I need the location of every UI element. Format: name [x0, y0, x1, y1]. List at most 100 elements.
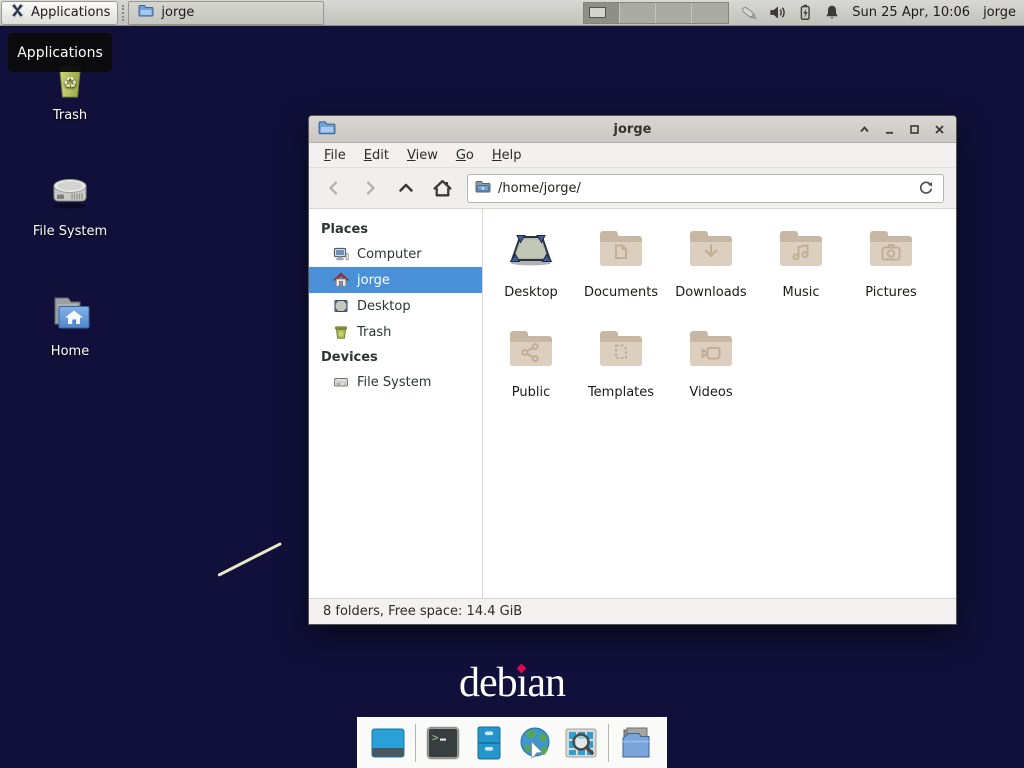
show-desktop-icon [369, 724, 407, 762]
menu-file[interactable]: File [315, 148, 355, 163]
panel-username: jorge [983, 5, 1016, 20]
file-list: Desktop Documents [483, 209, 956, 598]
workspace-button-2[interactable] [620, 3, 656, 23]
workspace-button-4[interactable] [692, 3, 728, 23]
tooltip-applications: Applications [8, 33, 112, 72]
desktop-icon-home[interactable]: Home [20, 290, 120, 359]
folder-item-label: Desktop [504, 285, 558, 300]
home-icon [333, 272, 349, 288]
applications-menu-label: Applications [31, 5, 110, 20]
folder-item-music[interactable]: Music [756, 219, 846, 319]
folder-item-downloads[interactable]: Downloads [666, 219, 756, 319]
folder-videos-icon [687, 327, 735, 375]
sidebar-header-devices: Devices [309, 345, 482, 369]
volume-icon[interactable] [768, 3, 787, 22]
folder-item-templates[interactable]: Templates [576, 319, 666, 419]
shade-button[interactable] [857, 122, 871, 136]
panel-clock[interactable]: Sun 25 Apr, 10:06 [852, 5, 970, 20]
drive-icon [333, 374, 349, 390]
folder-item-videos[interactable]: Videos [666, 319, 756, 419]
desktop-special-icon [507, 227, 555, 275]
sidebar-item-desktop[interactable]: Desktop [309, 293, 482, 319]
desktop-icon-label: Trash [53, 108, 87, 123]
sidebar-header-places: Places [309, 217, 482, 241]
file-manager-launcher[interactable] [470, 724, 508, 762]
trash-icon: ♻ [333, 324, 349, 340]
menu-go[interactable]: Go [447, 148, 483, 163]
maximize-button[interactable] [907, 122, 921, 136]
system-tray [739, 3, 841, 23]
back-button[interactable] [319, 173, 349, 203]
desktop-icon-label: File System [33, 224, 107, 239]
home-button[interactable] [427, 173, 457, 203]
menu-help[interactable]: Help [483, 148, 531, 163]
folder-item-label: Music [783, 285, 820, 300]
battery-charging-icon[interactable] [796, 3, 814, 22]
app-finder-launcher[interactable] [562, 724, 600, 762]
directory-menu-button[interactable] [617, 724, 655, 762]
debian-logo: debıan [0, 659, 1024, 707]
folder-item-documents[interactable]: Documents [576, 219, 666, 319]
up-button[interactable] [391, 173, 421, 203]
top-panel: Applications jorge [0, 0, 1024, 26]
svg-text:♻: ♻ [63, 73, 77, 92]
workspace-switcher [583, 2, 729, 24]
folder-public-icon [507, 327, 555, 375]
dock-separator [608, 724, 609, 762]
terminal-icon: > [424, 724, 462, 762]
folder-item-public[interactable]: Public [486, 319, 576, 419]
window-controls [857, 116, 946, 142]
directory-menu-icon [617, 724, 655, 762]
close-button[interactable] [932, 122, 946, 136]
location-path-text: /home/jorge/ [498, 181, 909, 196]
folder-icon [138, 4, 154, 21]
forward-button[interactable] [355, 173, 385, 203]
reload-button[interactable] [916, 178, 936, 198]
sidebar-item-label: Computer [357, 247, 422, 262]
task-button-jorge[interactable]: jorge [128, 1, 324, 25]
sidebar-item-computer[interactable]: Computer [309, 241, 482, 267]
folder-item-label: Downloads [675, 285, 746, 300]
task-button-label: jorge [161, 5, 194, 20]
menu-view[interactable]: View [398, 148, 447, 163]
sidebar-item-label: jorge [357, 273, 390, 288]
terminal-launcher[interactable]: > [424, 724, 462, 762]
minimize-button[interactable] [882, 122, 896, 136]
folder-item-pictures[interactable]: Pictures [846, 219, 936, 319]
folder-item-label: Public [512, 385, 550, 400]
folder-item-label: Templates [588, 385, 654, 400]
pen-tray-icon[interactable] [739, 3, 759, 23]
notifications-bell-icon[interactable] [823, 3, 841, 22]
sidebar-item-jorge[interactable]: jorge [309, 267, 482, 293]
dock-separator [415, 724, 416, 762]
window-folder-icon [318, 120, 336, 139]
file-manager-icon [470, 724, 508, 762]
menubar: File Edit View Go Help [309, 143, 956, 168]
sidebar-item-label: Desktop [357, 299, 411, 314]
menu-edit[interactable]: Edit [355, 148, 398, 163]
show-desktop-button[interactable] [369, 724, 407, 762]
sidebar-item-trash[interactable]: ♻ Trash [309, 319, 482, 345]
applications-menu-button[interactable]: Applications [1, 1, 118, 25]
web-browser-launcher[interactable] [516, 724, 554, 762]
workspace-button-3[interactable] [656, 3, 692, 23]
computer-icon [333, 246, 349, 262]
svg-text:♻: ♻ [338, 331, 343, 338]
web-browser-icon [516, 724, 554, 762]
sidebar-item-label: Trash [357, 325, 391, 340]
app-finder-icon [562, 724, 600, 762]
folder-item-label: Pictures [865, 285, 916, 300]
panel-separator [122, 5, 124, 21]
statusbar-text: 8 folders, Free space: 14.4 GiB [323, 604, 522, 619]
desktop: Applications jorge [0, 0, 1024, 768]
file-manager-window: jorge File Edit View Go Help [308, 115, 957, 625]
tooltip-text: Applications [17, 45, 103, 61]
location-input[interactable]: /home/jorge/ [467, 174, 944, 203]
desktop-icon-file-system[interactable]: File System [20, 170, 120, 239]
folder-item-desktop[interactable]: Desktop [486, 219, 576, 319]
sidebar-item-file-system[interactable]: File System [309, 369, 482, 395]
window-titlebar[interactable]: jorge [309, 116, 956, 143]
workspace-button-1[interactable] [584, 3, 620, 23]
window-content: Places Computer jorge [309, 209, 956, 598]
folder-pictures-icon [867, 227, 915, 275]
